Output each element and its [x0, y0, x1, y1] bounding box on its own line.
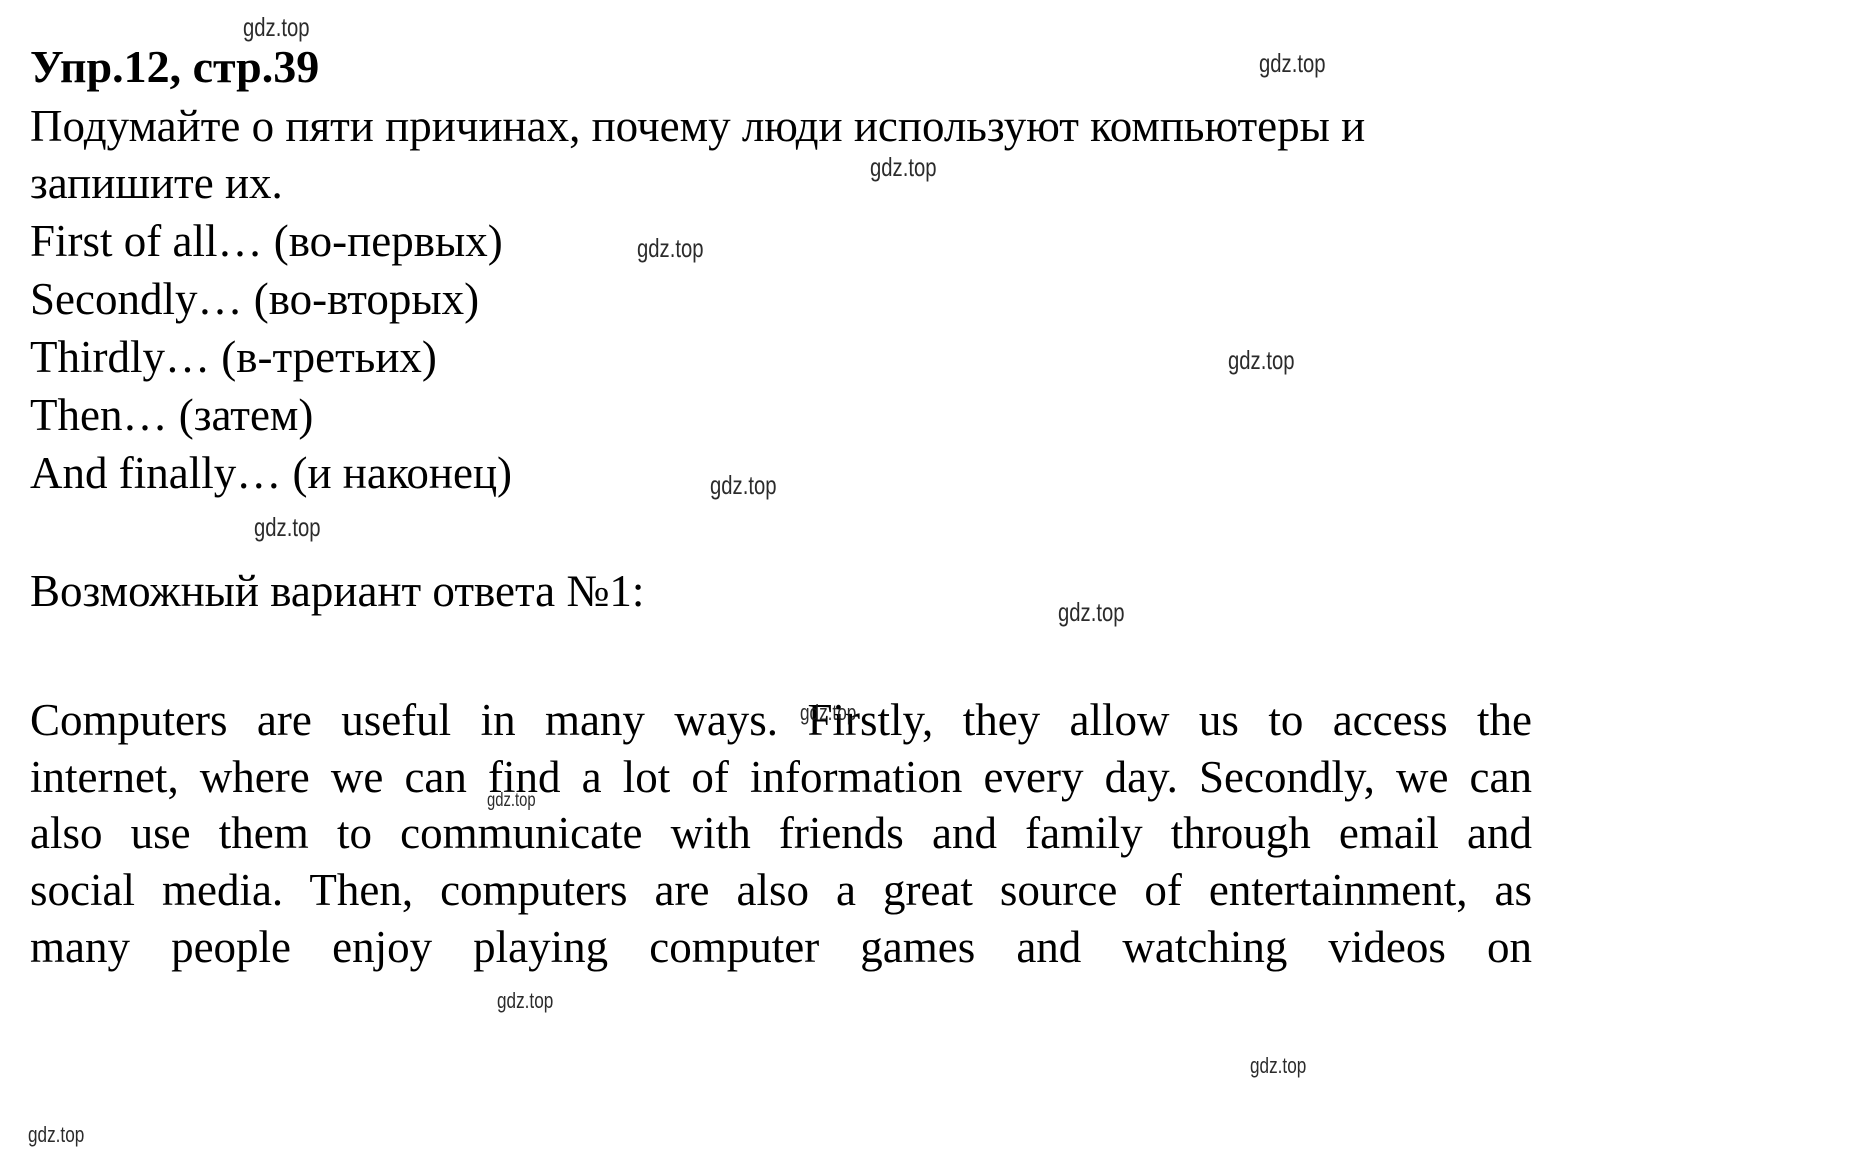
- document-page: Упр.12, стр.39 Подумайте о пяти причинах…: [0, 0, 1854, 1153]
- list-item: Thirdly… (в-третьих): [30, 331, 437, 382]
- watermark-label: gdz.top: [1250, 1053, 1307, 1078]
- list-item: First of all… (во-первых): [30, 215, 503, 266]
- page-title: Упр.12, стр.39: [30, 41, 320, 92]
- list-item: Then… (затем): [30, 389, 314, 440]
- watermark-label: gdz.top: [497, 988, 554, 1013]
- connector-phrase-list: First of all… (во-первых) Secondly… (во-…: [30, 212, 1828, 502]
- list-item: Secondly… (во-вторых): [30, 273, 480, 324]
- answer-paragraph: Computers are useful in many ways. First…: [30, 692, 1532, 975]
- answer-heading: Возможный вариант ответа №1:: [30, 565, 645, 616]
- instruction-text: Подумайте о пяти причинах, почему люди и…: [30, 101, 1366, 208]
- document-content: Упр.12, стр.39 Подумайте о пяти причинах…: [30, 0, 1828, 975]
- list-item: And finally… (и наконец): [30, 447, 513, 498]
- answer-line: social media. Then, computers are also a…: [30, 864, 1532, 915]
- watermark-label: gdz.top: [28, 1122, 85, 1147]
- answer-line: many people enjoy playing computer games…: [30, 921, 1532, 972]
- answer-line: Computers are useful in many ways. First…: [30, 694, 1532, 745]
- answer-line: also use them to communicate with friend…: [30, 808, 1532, 859]
- answer-line: internet, where we can find a lot of inf…: [30, 751, 1532, 802]
